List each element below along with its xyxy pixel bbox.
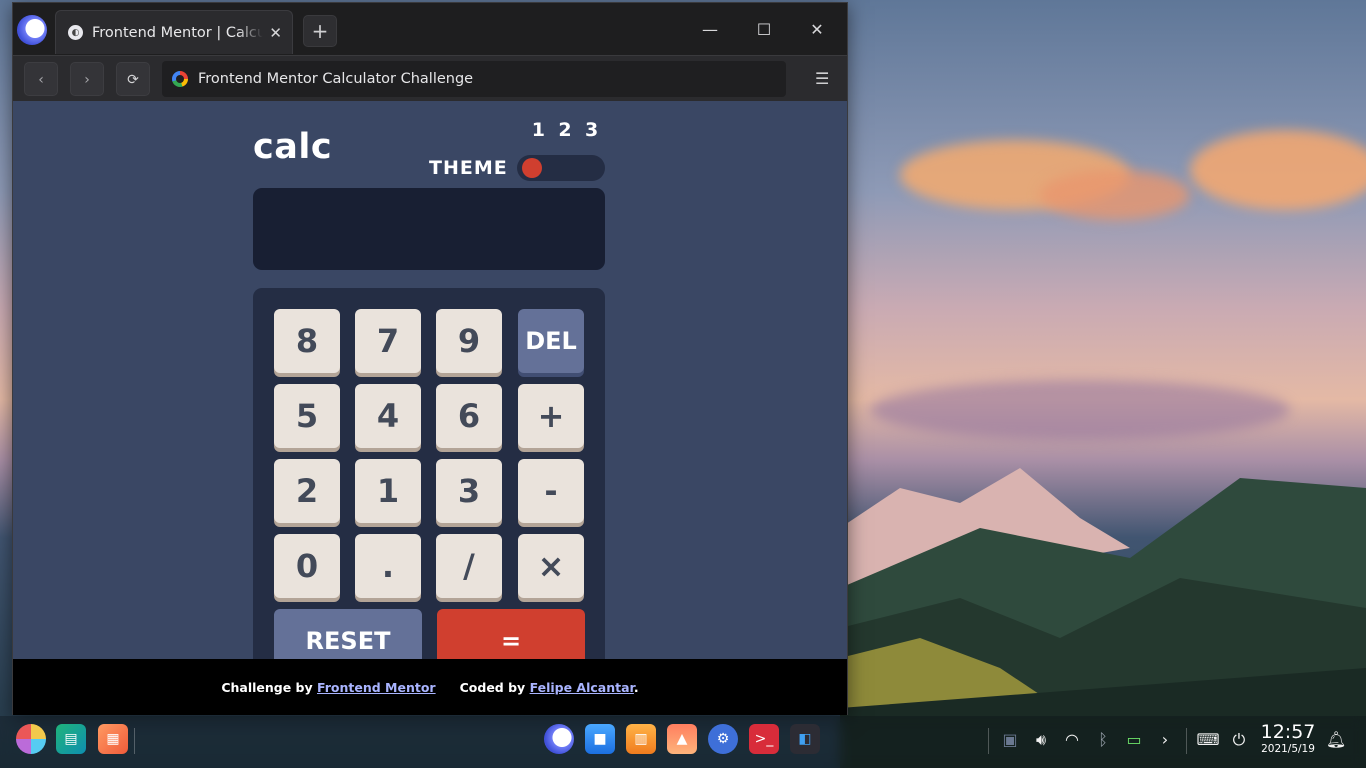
tab-title: Frontend Mentor | Calculator xyxy=(92,24,264,41)
minimize-button[interactable]: — xyxy=(697,17,723,43)
challenge-prefix: Challenge by xyxy=(221,679,313,695)
theme-option-2[interactable]: 2 xyxy=(555,119,575,141)
browser-toolbar: ‹ › ⟳ Frontend Mentor Calculator Challen… xyxy=(13,55,847,101)
frontend-mentor-link[interactable]: Frontend Mentor xyxy=(317,680,436,695)
screen-icon[interactable]: ▣ xyxy=(998,728,1022,752)
key-divide[interactable]: / xyxy=(436,534,502,598)
app-store-icon[interactable]: ▥ xyxy=(626,724,656,754)
calculator-header: calc THEME 1 2 3 xyxy=(253,113,605,183)
calc-logo: calc xyxy=(253,127,333,167)
delete-button[interactable]: DEL xyxy=(518,309,584,373)
key-multiply[interactable]: × xyxy=(518,534,584,598)
attribution-footer: Challenge by Frontend Mentor Coded by Fe… xyxy=(13,659,847,715)
author-link[interactable]: Felipe Alcantar xyxy=(530,680,634,695)
key-0[interactable]: 0 xyxy=(274,534,340,598)
theme-option-3[interactable]: 3 xyxy=(582,119,602,141)
taskbar-separator xyxy=(988,728,989,754)
key-decimal[interactable]: . xyxy=(355,534,421,598)
frontend-mentor-favicon-icon: ◐ xyxy=(68,25,83,40)
keypad: 8 7 9 DEL 5 4 6 + 2 1 3 - 0 . / × RESET … xyxy=(253,288,605,715)
notification-icon[interactable]: 🔔︎ xyxy=(1324,728,1348,752)
new-tab-button[interactable]: + xyxy=(303,15,337,47)
key-2[interactable]: 2 xyxy=(274,459,340,523)
clock-date: 2021/5/19 xyxy=(1261,743,1315,755)
browser-icon[interactable] xyxy=(544,724,574,754)
credit-suffix: . xyxy=(633,679,639,695)
maximize-button[interactable]: ☐ xyxy=(751,17,777,43)
taskbar-separator xyxy=(134,728,135,754)
coded-prefix: Coded by xyxy=(459,679,526,695)
vscode-icon[interactable]: ◧ xyxy=(790,724,820,754)
photos-icon[interactable]: ▲ xyxy=(667,724,697,754)
file-manager-icon[interactable]: ■ xyxy=(585,724,615,754)
close-window-button[interactable]: ✕ xyxy=(804,17,830,43)
power-icon[interactable]: ⏻ xyxy=(1227,728,1251,752)
settings-icon[interactable]: ⚙ xyxy=(708,724,738,754)
browser-menu-button[interactable]: ☰ xyxy=(815,69,829,89)
title-bar: ◐ Frontend Mentor | Calculator ✕ + — ☐ ✕ xyxy=(13,3,847,55)
multitask-icon[interactable]: ▦ xyxy=(98,724,128,754)
browser-window: ◐ Frontend Mentor | Calculator ✕ + — ☐ ✕… xyxy=(12,2,848,715)
reload-button[interactable]: ⟳ xyxy=(116,62,150,96)
key-7[interactable]: 7 xyxy=(355,309,421,373)
clock[interactable]: 12:57 2021/5/19 xyxy=(1258,721,1318,756)
volume-icon[interactable]: 🔊︎ xyxy=(1029,728,1053,752)
key-plus[interactable]: + xyxy=(518,384,584,448)
terminal-icon[interactable]: >_ xyxy=(749,724,779,754)
back-button[interactable]: ‹ xyxy=(24,62,58,96)
theme-toggle-knob[interactable] xyxy=(522,158,542,178)
coded-credit: Coded by Felipe Alcantar. xyxy=(460,680,639,695)
keyboard-icon[interactable]: ⌨ xyxy=(1196,728,1220,752)
cloud xyxy=(1190,130,1366,210)
key-minus[interactable]: - xyxy=(518,459,584,523)
theme-option-1[interactable]: 1 xyxy=(528,119,548,141)
address-bar[interactable]: Frontend Mentor Calculator Challenge xyxy=(162,61,786,97)
terminal-manager-icon[interactable]: ▤ xyxy=(56,724,86,754)
cloud xyxy=(1040,170,1190,220)
expand-icon[interactable]: › xyxy=(1153,728,1177,752)
challenge-credit: Challenge by Frontend Mentor xyxy=(221,680,435,695)
browser-logo-icon[interactable] xyxy=(17,15,47,45)
key-9[interactable]: 9 xyxy=(436,309,502,373)
key-1[interactable]: 1 xyxy=(355,459,421,523)
theme-options: 1 2 3 xyxy=(525,119,605,141)
clock-time: 12:57 xyxy=(1260,721,1316,743)
taskbar: ▤ ▦ ■ ▥ ▲ ⚙ >_ ◧ ▣ 🔊︎ ◠ ᛒ ▭ › ⌨ ⏻ 12:57 … xyxy=(0,716,1366,768)
forward-button[interactable]: › xyxy=(70,62,104,96)
key-8[interactable]: 8 xyxy=(274,309,340,373)
address-text: Frontend Mentor Calculator Challenge xyxy=(198,71,474,87)
key-3[interactable]: 3 xyxy=(436,459,502,523)
battery-icon[interactable]: ▭ xyxy=(1122,728,1146,752)
key-4[interactable]: 4 xyxy=(355,384,421,448)
tab-calculator[interactable]: ◐ Frontend Mentor | Calculator ✕ xyxy=(55,10,293,54)
google-icon xyxy=(172,71,188,87)
page-viewport: calc THEME 1 2 3 8 7 9 DEL 5 4 6 + 2 1 3… xyxy=(13,101,847,715)
theme-label: THEME xyxy=(429,157,508,179)
taskbar-separator xyxy=(1186,728,1187,754)
tab-close-icon[interactable]: ✕ xyxy=(269,24,282,42)
calculator-display xyxy=(253,188,605,270)
key-5[interactable]: 5 xyxy=(274,384,340,448)
theme-toggle[interactable] xyxy=(517,155,605,181)
wifi-icon[interactable]: ◠ xyxy=(1060,728,1084,752)
key-6[interactable]: 6 xyxy=(436,384,502,448)
bluetooth-icon[interactable]: ᛒ xyxy=(1091,728,1115,752)
launcher-icon[interactable] xyxy=(16,724,46,754)
